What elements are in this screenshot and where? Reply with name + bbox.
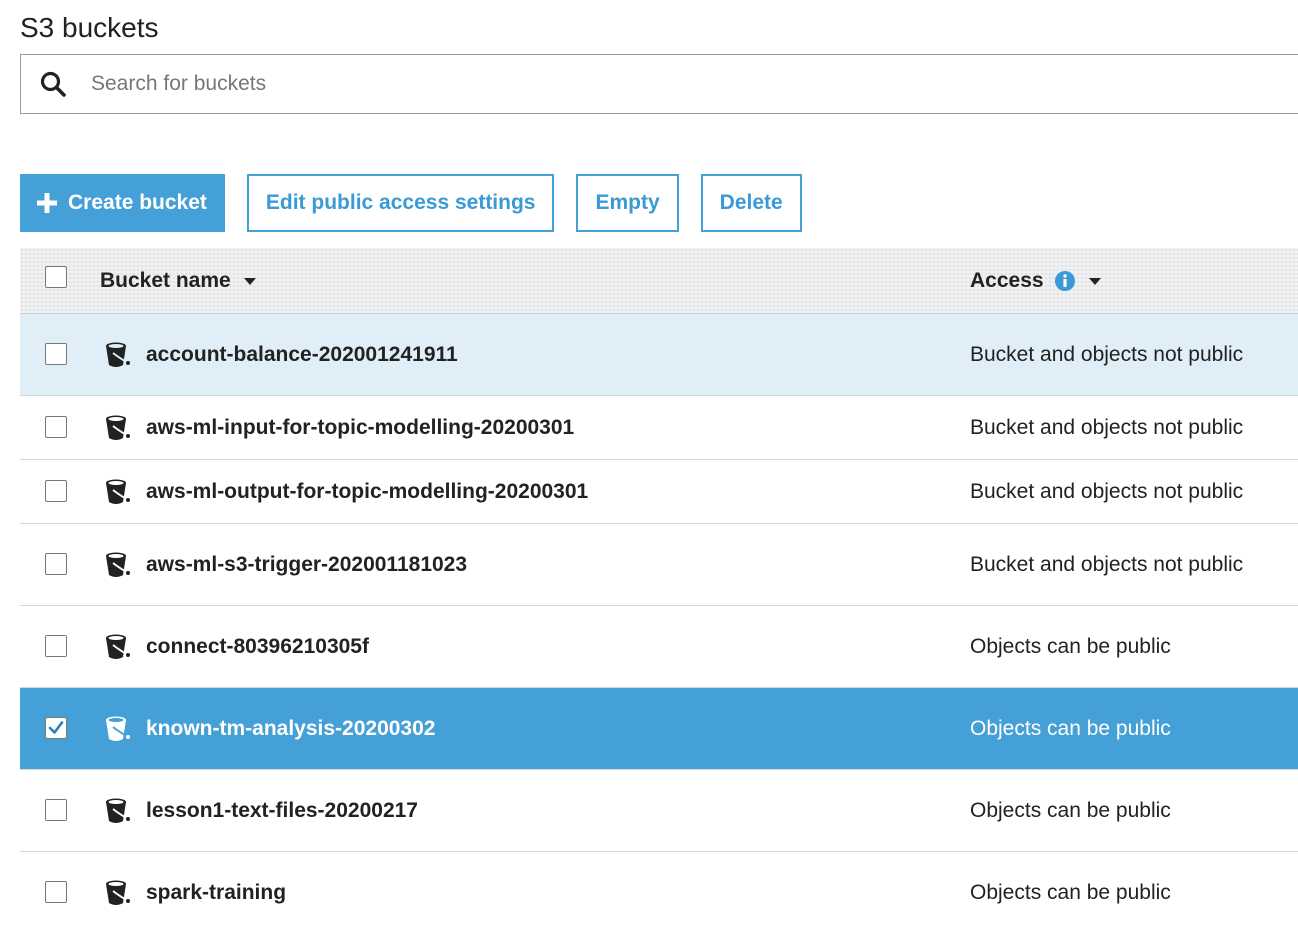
bucket-name-cell[interactable]: aws-ml-s3-trigger-202001181023 <box>100 551 467 579</box>
caret-down-icon <box>243 276 257 286</box>
table-header: Bucket name Access <box>20 248 1298 314</box>
access-status: Bucket and objects not public <box>970 415 1244 439</box>
table-row[interactable]: lesson1-text-files-20200217 Objects can … <box>20 770 1298 852</box>
access-status: Bucket and objects not public <box>970 552 1244 576</box>
access-status: Objects can be public <box>970 716 1171 740</box>
bucket-name[interactable]: known-tm-analysis-20200302 <box>146 717 435 741</box>
row-checkbox[interactable] <box>45 553 67 575</box>
toolbar: Create bucket Edit public access setting… <box>20 174 802 232</box>
table-row[interactable]: spark-training Objects can be public <box>20 852 1298 930</box>
bucket-name-cell[interactable]: connect-80396210305f <box>100 633 369 661</box>
caret-down-icon <box>1088 276 1102 286</box>
access-cell: Objects can be public <box>970 717 1171 741</box>
row-checkbox[interactable] <box>45 799 67 821</box>
bucket-name[interactable]: aws-ml-output-for-topic-modelling-202003… <box>146 480 588 504</box>
access-cell: Bucket and objects not public <box>970 416 1243 440</box>
bucket-icon <box>104 879 130 907</box>
empty-button[interactable]: Empty <box>576 174 679 232</box>
access-status: Objects can be public <box>970 798 1171 822</box>
access-status: Bucket and objects not public <box>970 342 1244 366</box>
table-row[interactable]: aws-ml-s3-trigger-202001181023 Bucket an… <box>20 524 1298 606</box>
bucket-icon <box>104 551 130 579</box>
access-cell: Objects can be public <box>970 635 1171 659</box>
table-row[interactable]: aws-ml-input-for-topic-modelling-2020030… <box>20 396 1298 460</box>
bucket-name-cell[interactable]: aws-ml-output-for-topic-modelling-202003… <box>100 478 588 506</box>
bucket-name-cell[interactable]: known-tm-analysis-20200302 <box>100 715 435 743</box>
bucket-icon <box>104 414 130 442</box>
plus-icon <box>36 192 58 214</box>
access-cell: Bucket and objects not public <box>970 343 1243 367</box>
bucket-icon <box>104 797 130 825</box>
access-status: Objects can be public <box>970 634 1171 658</box>
bucket-name[interactable]: aws-ml-s3-trigger-202001181023 <box>146 553 467 577</box>
bucket-name[interactable]: account-balance-202001241911 <box>146 343 458 367</box>
page-title: S3 buckets <box>20 12 159 43</box>
access-column-header[interactable]: Access <box>970 269 1102 293</box>
bucket-name-cell[interactable]: account-balance-202001241911 <box>100 341 458 369</box>
table-row[interactable]: connect-80396210305f Objects can be publ… <box>20 606 1298 688</box>
search-box[interactable] <box>20 54 1298 114</box>
row-checkbox[interactable] <box>45 480 67 502</box>
row-checkbox[interactable] <box>45 343 67 365</box>
row-checkbox[interactable] <box>45 635 67 657</box>
bucket-icon <box>104 341 130 369</box>
table-row[interactable]: aws-ml-output-for-topic-modelling-202003… <box>20 460 1298 524</box>
row-checkbox[interactable] <box>45 416 67 438</box>
access-cell: Bucket and objects not public <box>970 553 1243 577</box>
table-row[interactable]: account-balance-202001241911 Bucket and … <box>20 314 1298 396</box>
access-cell: Objects can be public <box>970 799 1171 823</box>
select-all-checkbox[interactable] <box>45 266 67 288</box>
search-input[interactable] <box>85 55 1298 113</box>
access-status: Bucket and objects not public <box>970 479 1244 503</box>
row-checkbox[interactable] <box>45 717 67 739</box>
delete-button[interactable]: Delete <box>700 174 802 232</box>
access-cell: Bucket and objects not public <box>970 480 1243 504</box>
create-bucket-label: Create bucket <box>68 191 207 214</box>
bucket-name-cell[interactable]: aws-ml-input-for-topic-modelling-2020030… <box>100 414 574 442</box>
access-status: Objects can be public <box>970 880 1171 904</box>
bucket-icon <box>104 633 130 661</box>
bucket-name[interactable]: connect-80396210305f <box>146 635 369 659</box>
search-icon <box>21 55 85 113</box>
bucket-name-cell[interactable]: lesson1-text-files-20200217 <box>100 797 418 825</box>
table-row[interactable]: known-tm-analysis-20200302 Objects can b… <box>20 688 1298 770</box>
bucket-name[interactable]: spark-training <box>146 881 286 905</box>
bucket-name-cell[interactable]: spark-training <box>100 879 286 907</box>
access-cell: Objects can be public <box>970 881 1171 905</box>
bucket-name[interactable]: aws-ml-input-for-topic-modelling-2020030… <box>146 416 574 440</box>
bucket-name-column-header[interactable]: Bucket name <box>100 269 257 293</box>
bucket-name[interactable]: lesson1-text-files-20200217 <box>146 799 418 823</box>
info-icon[interactable] <box>1054 270 1076 292</box>
row-checkbox[interactable] <box>45 881 67 903</box>
buckets-table: Bucket name Access account-balance-20200… <box>20 248 1298 930</box>
bucket-icon <box>104 715 130 743</box>
create-bucket-button[interactable]: Create bucket <box>20 174 225 232</box>
bucket-icon <box>104 478 130 506</box>
edit-public-access-button[interactable]: Edit public access settings <box>246 174 555 232</box>
